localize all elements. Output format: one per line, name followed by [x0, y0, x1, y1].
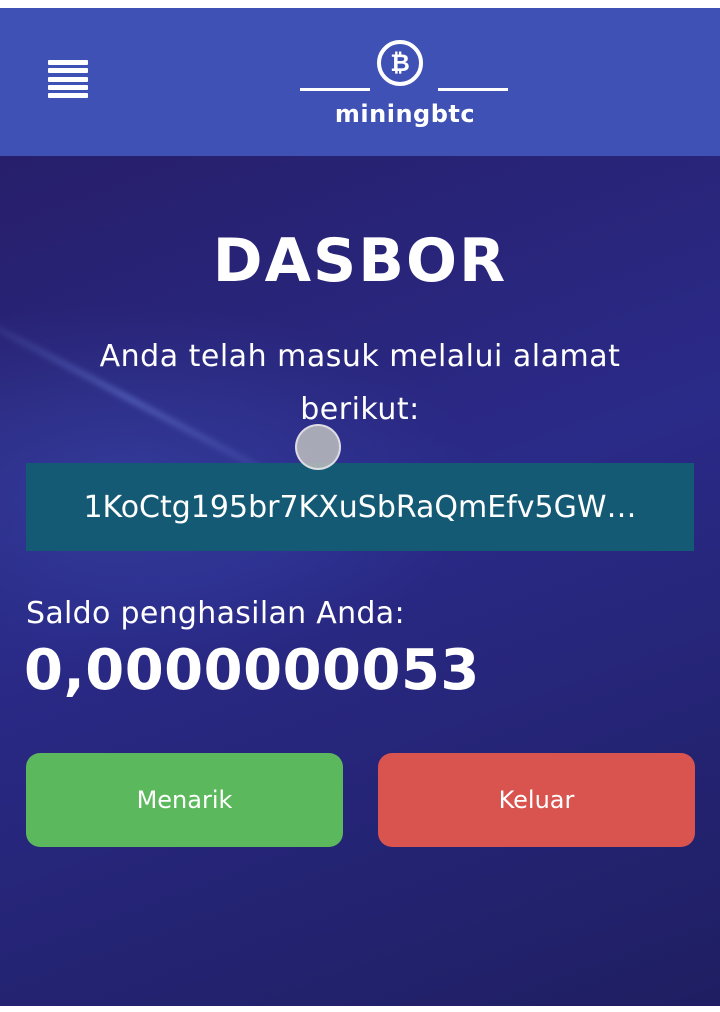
wallet-address-box: 1KoCtg195br7KXuSbRaQmEfv5GW…	[26, 463, 694, 551]
logo-text: miningbtc	[334, 100, 476, 128]
hamburger-menu-icon[interactable]	[48, 60, 88, 98]
withdraw-button[interactable]: Menarik	[26, 753, 343, 847]
dashboard-content: DASBOR Anda telah masuk melalui alamat b…	[0, 156, 720, 1006]
logo-line-right	[438, 88, 508, 91]
menu-bar	[48, 76, 88, 82]
wallet-address-text: 1KoCtg195br7KXuSbRaQmEfv5GW…	[83, 489, 637, 525]
menu-bar	[48, 60, 88, 65]
site-logo[interactable]: ₿ miningbtc	[300, 38, 510, 128]
menu-bar	[48, 68, 88, 74]
logo-line-left	[300, 88, 370, 91]
login-address-caption: Anda telah masuk melalui alamat berikut:	[99, 339, 621, 427]
page-title: DASBOR	[212, 226, 508, 296]
balance-value: 0,0000000053	[24, 638, 480, 703]
app-frame: ₿ miningbtc DASBOR Anda telah masuk mela…	[0, 8, 720, 1006]
menu-bar	[48, 93, 88, 98]
logout-button[interactable]: Keluar	[378, 753, 695, 847]
bitcoin-coin-icon: ₿	[377, 40, 423, 86]
balance-label: Saldo penghasilan Anda:	[26, 596, 405, 631]
menu-bar	[48, 84, 88, 90]
app-header: ₿ miningbtc	[0, 8, 720, 156]
touch-indicator	[295, 424, 341, 470]
